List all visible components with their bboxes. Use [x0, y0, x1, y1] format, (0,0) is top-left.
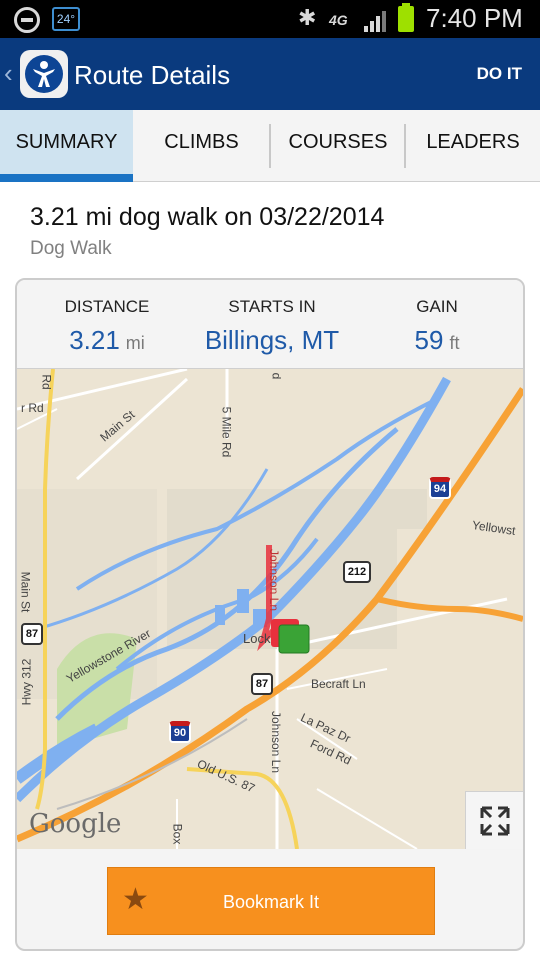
do-it-button[interactable]: DO IT [477, 64, 522, 84]
map-label-main-st-vertical: Main St [18, 571, 33, 613]
google-attribution: Google [29, 809, 122, 839]
tab-courses-label: COURSES [288, 131, 388, 153]
distance-value: 3.21 [69, 325, 120, 355]
tab-climbs[interactable]: CLIMBS [135, 110, 268, 182]
map-label-hwy-312: Hwy 312 [19, 658, 34, 706]
map-label-5-mile-rd: 5 Mile Rd [219, 406, 234, 458]
expand-icon [480, 806, 510, 836]
route-map[interactable]: Rd r Rd Main St 5 Mile Rd d Yellowst Yel… [17, 369, 523, 849]
status-bar: 24° ✱ 4G 7:40 PM [0, 0, 540, 38]
tab-courses[interactable]: COURSES [271, 110, 405, 182]
route-title: 3.21 mi dog walk on 03/22/2014 [30, 203, 385, 231]
map-label-d: d [269, 372, 284, 380]
bookmark-label: Bookmark It [222, 892, 320, 912]
starts-in-stat: STARTS IN Billings, MT [182, 280, 362, 356]
gain-value-row: 59 ft [387, 325, 487, 356]
distance-value-row: 3.21 mi [37, 325, 177, 356]
gain-label: GAIN [416, 297, 458, 316]
tab-climbs-label: CLIMBS [164, 131, 239, 153]
battery-icon [398, 3, 414, 32]
app-bar: ‹ Route Details DO IT [0, 38, 540, 110]
back-icon[interactable]: ‹ [4, 58, 13, 89]
network-type: 4G [329, 12, 348, 28]
end-flag-icon[interactable] [271, 619, 311, 659]
gain-unit: ft [449, 333, 460, 353]
interstate-94-shield: 94 [429, 477, 451, 499]
clock: 7:40 PM [426, 3, 523, 33]
weather-temperature: 24° [52, 7, 80, 31]
route-type: Dog Walk [30, 238, 112, 259]
map-label-johnson-ln: Johnson Ln [267, 548, 282, 612]
gain-value: 59 [414, 325, 444, 355]
bluetooth-icon: ✱ [298, 5, 317, 30]
bookmark-button[interactable]: ★ Bookmark It [107, 867, 435, 935]
distance-unit: mi [125, 333, 145, 353]
do-not-disturb-icon [14, 7, 40, 33]
map-label-box: Box [170, 823, 185, 845]
tab-summary-label: SUMMARY [15, 131, 118, 153]
starts-in-label: STARTS IN [228, 297, 316, 316]
active-tab-indicator [0, 174, 133, 182]
tab-leaders-label: LEADERS [426, 131, 520, 153]
route-card: DISTANCE 3.21 mi STARTS IN Billings, MT G… [15, 278, 525, 951]
signal-icon [364, 11, 386, 32]
distance-stat: DISTANCE 3.21 mi [37, 280, 177, 356]
map-label-r-rd: r Rd [21, 401, 44, 415]
starts-in-value: Billings, MT [204, 325, 340, 355]
page-title: Route Details [74, 60, 231, 90]
us-87-shield-left: 87 [21, 623, 43, 645]
expand-map-button[interactable] [465, 791, 523, 849]
map-label-lock: Lock [243, 631, 271, 646]
map-label-becraft-ln: Becraft Ln [311, 677, 366, 691]
map-label-rd: Rd [39, 374, 54, 390]
distance-label: DISTANCE [64, 297, 150, 316]
us-212-shield: 212 [343, 561, 371, 583]
map-label-johnson-ln-2: Johnson Ln [269, 710, 284, 774]
tab-summary[interactable]: SUMMARY [0, 110, 133, 182]
app-logo-icon[interactable] [20, 50, 68, 98]
us-87-shield-center: 87 [251, 673, 273, 695]
gain-stat: GAIN 59 ft [387, 280, 487, 356]
stats-row: DISTANCE 3.21 mi STARTS IN Billings, MT G… [17, 280, 523, 369]
tab-bar: SUMMARY CLIMBS COURSES LEADERS [0, 110, 540, 182]
tab-leaders[interactable]: LEADERS [406, 110, 540, 182]
interstate-90-shield: 90 [169, 721, 191, 743]
